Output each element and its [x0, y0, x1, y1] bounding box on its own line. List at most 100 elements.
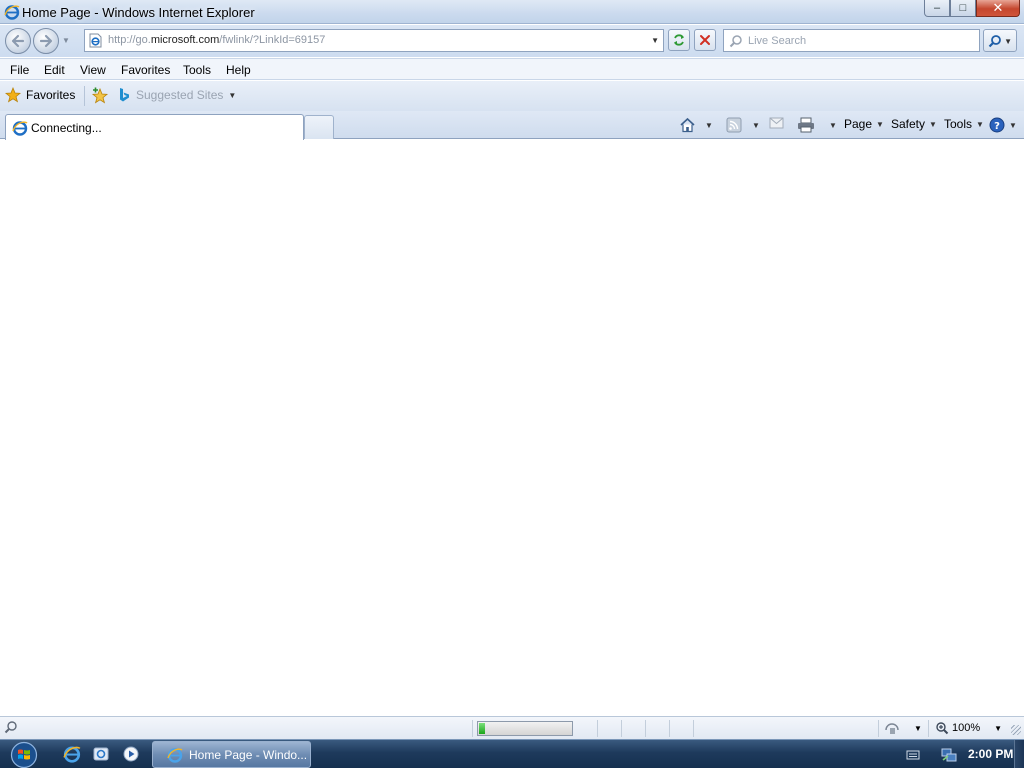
- home-icon: [680, 117, 695, 133]
- menu-help[interactable]: Help: [226, 63, 251, 77]
- taskbar-item-ie[interactable]: Home Page - Windo...: [152, 741, 311, 768]
- ie-icon: [167, 747, 183, 763]
- favorites-bar: Favorites Suggested Sites ▼: [0, 81, 1024, 111]
- add-to-favorites-button[interactable]: [91, 87, 109, 108]
- address-dropdown[interactable]: ▼: [651, 36, 659, 45]
- title-bar: Home Page - Windows Internet Explorer – …: [0, 0, 1024, 24]
- quick-launch-media-player[interactable]: [122, 745, 140, 766]
- back-button[interactable]: [5, 28, 31, 54]
- help-button[interactable]: ? ▼: [989, 117, 1017, 133]
- status-separator: [669, 720, 670, 737]
- window-controls: – □ ✕: [924, 0, 1020, 18]
- page-content[interactable]: [0, 140, 1024, 716]
- chevron-down-icon: ▼: [994, 723, 1003, 733]
- svg-text:?: ?: [994, 121, 1000, 132]
- suggested-sites-label: Suggested Sites: [136, 88, 224, 102]
- search-options-dropdown[interactable]: ▼: [1004, 37, 1012, 46]
- tray-keyboard-icon[interactable]: [906, 747, 920, 764]
- add-favorites-icon: [91, 87, 109, 104]
- show-desktop-icon[interactable]: [1014, 740, 1024, 768]
- chevron-down-icon: ▼: [929, 119, 937, 129]
- zoom-icon: [936, 722, 949, 735]
- protected-mode-button[interactable]: ▼: [884, 721, 922, 735]
- network-icon[interactable]: [940, 747, 958, 766]
- refresh-button[interactable]: [668, 29, 690, 51]
- zoom-button[interactable]: 100% ▼: [935, 721, 1002, 735]
- zoom-level: 100%: [952, 722, 981, 734]
- favorites-separator: [84, 86, 85, 106]
- suggested-sites-button[interactable]: Suggested Sites ▼: [118, 87, 236, 103]
- menu-favorites[interactable]: Favorites: [121, 63, 170, 77]
- stop-button[interactable]: [694, 29, 716, 51]
- progress-fill: [479, 723, 485, 734]
- search-box[interactable]: Live Search: [723, 29, 980, 52]
- status-bar: ▼ 100% ▼: [0, 716, 1024, 739]
- status-separator: [472, 720, 473, 737]
- menu-edit[interactable]: Edit: [44, 63, 65, 77]
- search-icon: [729, 34, 743, 51]
- print-button[interactable]: ▼: [797, 117, 837, 133]
- navigation-bar: ▼ http://go.microsoft.com/fwlink/?LinkId…: [0, 25, 1024, 57]
- chevron-down-icon: ▼: [829, 120, 837, 130]
- quick-launch-explorer[interactable]: [92, 745, 110, 766]
- media-player-icon: [123, 746, 139, 762]
- new-tab-button[interactable]: [304, 115, 334, 139]
- menu-tools[interactable]: Tools: [183, 63, 211, 77]
- chevron-down-icon: ▼: [976, 119, 984, 129]
- menu-bar: File Edit View Favorites Tools Help: [0, 58, 1024, 80]
- taskbar-item-label: Home Page - Windo...: [189, 747, 308, 762]
- search-icon: [988, 34, 1001, 47]
- status-separator: [645, 720, 646, 737]
- recent-pages-dropdown[interactable]: ▼: [62, 36, 70, 45]
- bing-icon: [120, 88, 129, 102]
- menu-file[interactable]: File: [10, 63, 29, 77]
- quick-launch-ie[interactable]: [63, 745, 81, 766]
- tab-row: Connecting... ▼ ▼ ▼ Page ▼ Safety ▼ Tool…: [0, 111, 1024, 140]
- start-button[interactable]: [8, 740, 40, 768]
- status-separator: [928, 720, 929, 737]
- chevron-down-icon: ▼: [876, 119, 884, 129]
- chevron-down-icon: ▼: [914, 723, 922, 733]
- status-separator: [597, 720, 598, 737]
- tools-menu-button[interactable]: Tools ▼: [944, 117, 984, 131]
- close-button[interactable]: ✕: [976, 0, 1020, 17]
- home-button[interactable]: ▼: [679, 117, 713, 133]
- forward-arrow-icon: [39, 34, 53, 48]
- minimize-button[interactable]: –: [924, 0, 950, 17]
- address-url: http://go.microsoft.com/fwlink/?LinkId=6…: [108, 34, 326, 46]
- page-menu-label: Page: [844, 117, 873, 131]
- address-field[interactable]: http://go.microsoft.com/fwlink/?LinkId=6…: [84, 29, 664, 52]
- restore-button[interactable]: □: [950, 0, 976, 17]
- refresh-icon: [674, 34, 684, 46]
- chevron-down-icon: ▼: [705, 120, 713, 130]
- resize-grip[interactable]: [1011, 725, 1021, 735]
- read-mail-button[interactable]: [769, 117, 784, 129]
- ie-icon: [4, 4, 20, 23]
- feeds-button[interactable]: ▼: [726, 117, 760, 133]
- help-icon: ?: [989, 117, 1005, 133]
- taskbar: Home Page - Windo... 2:00 PM: [0, 739, 1024, 768]
- search-go-button[interactable]: ▼: [983, 29, 1017, 52]
- tab-active[interactable]: Connecting...: [5, 114, 304, 140]
- menu-view[interactable]: View: [80, 63, 106, 77]
- chevron-down-icon: ▼: [752, 120, 760, 130]
- search-placeholder: Live Search: [748, 35, 807, 47]
- status-separator: [621, 720, 622, 737]
- chevron-down-icon: ▼: [228, 90, 237, 100]
- feeds-icon: [726, 117, 742, 133]
- magnifier-icon: [4, 720, 18, 737]
- system-clock[interactable]: 2:00 PM: [968, 747, 1013, 761]
- favorites-button[interactable]: Favorites: [5, 87, 75, 103]
- windows-start-icon: [10, 741, 38, 768]
- status-separator: [878, 720, 879, 737]
- window-title: Home Page - Windows Internet Explorer: [22, 5, 255, 20]
- tab-label: Connecting...: [31, 121, 102, 135]
- tools-menu-label: Tools: [944, 117, 973, 131]
- ie-icon: [63, 746, 81, 763]
- safety-menu-label: Safety: [891, 117, 926, 131]
- safety-menu-button[interactable]: Safety ▼: [891, 117, 937, 131]
- page-menu-button[interactable]: Page ▼: [844, 117, 884, 131]
- forward-button[interactable]: [33, 28, 59, 54]
- status-separator: [693, 720, 694, 737]
- ie-icon: [12, 120, 28, 139]
